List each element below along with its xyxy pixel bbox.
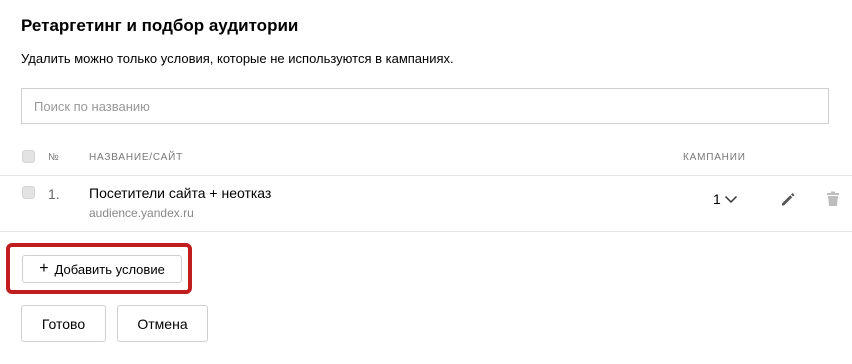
select-all-checkbox[interactable] xyxy=(22,150,35,163)
row-number: 1. xyxy=(48,186,60,202)
column-header-name: НАЗВАНИЕ/САЙТ xyxy=(89,152,184,163)
column-header-number: № xyxy=(48,152,60,163)
done-button[interactable]: Готово xyxy=(21,305,106,342)
cancel-button[interactable]: Отмена xyxy=(117,305,208,342)
table-header: № НАЗВАНИЕ/САЙТ КАМПАНИИ xyxy=(0,141,852,176)
row-name: Посетители сайта + неотказ xyxy=(89,185,272,201)
add-condition-button[interactable]: + Добавить условие xyxy=(22,255,182,283)
search-input[interactable] xyxy=(21,88,829,124)
dialog-title: Ретаргетинг и подбор аудитории xyxy=(21,16,299,35)
campaigns-count: 1 xyxy=(713,191,721,207)
chevron-down-icon xyxy=(724,191,738,207)
dialog-subtitle: Удалить можно только условия, которые не… xyxy=(21,51,454,66)
plus-icon: + xyxy=(39,260,49,277)
add-condition-label: Добавить условие xyxy=(54,261,165,277)
table-row: 1. Посетители сайта + неотказ audience.y… xyxy=(0,176,852,232)
pencil-icon[interactable] xyxy=(780,191,796,212)
trash-icon[interactable] xyxy=(826,191,840,212)
campaigns-count-dropdown[interactable]: 1 xyxy=(713,191,738,207)
column-header-campaigns: КАМПАНИИ xyxy=(683,152,746,163)
row-checkbox[interactable] xyxy=(22,186,35,199)
row-site: audience.yandex.ru xyxy=(89,206,194,220)
